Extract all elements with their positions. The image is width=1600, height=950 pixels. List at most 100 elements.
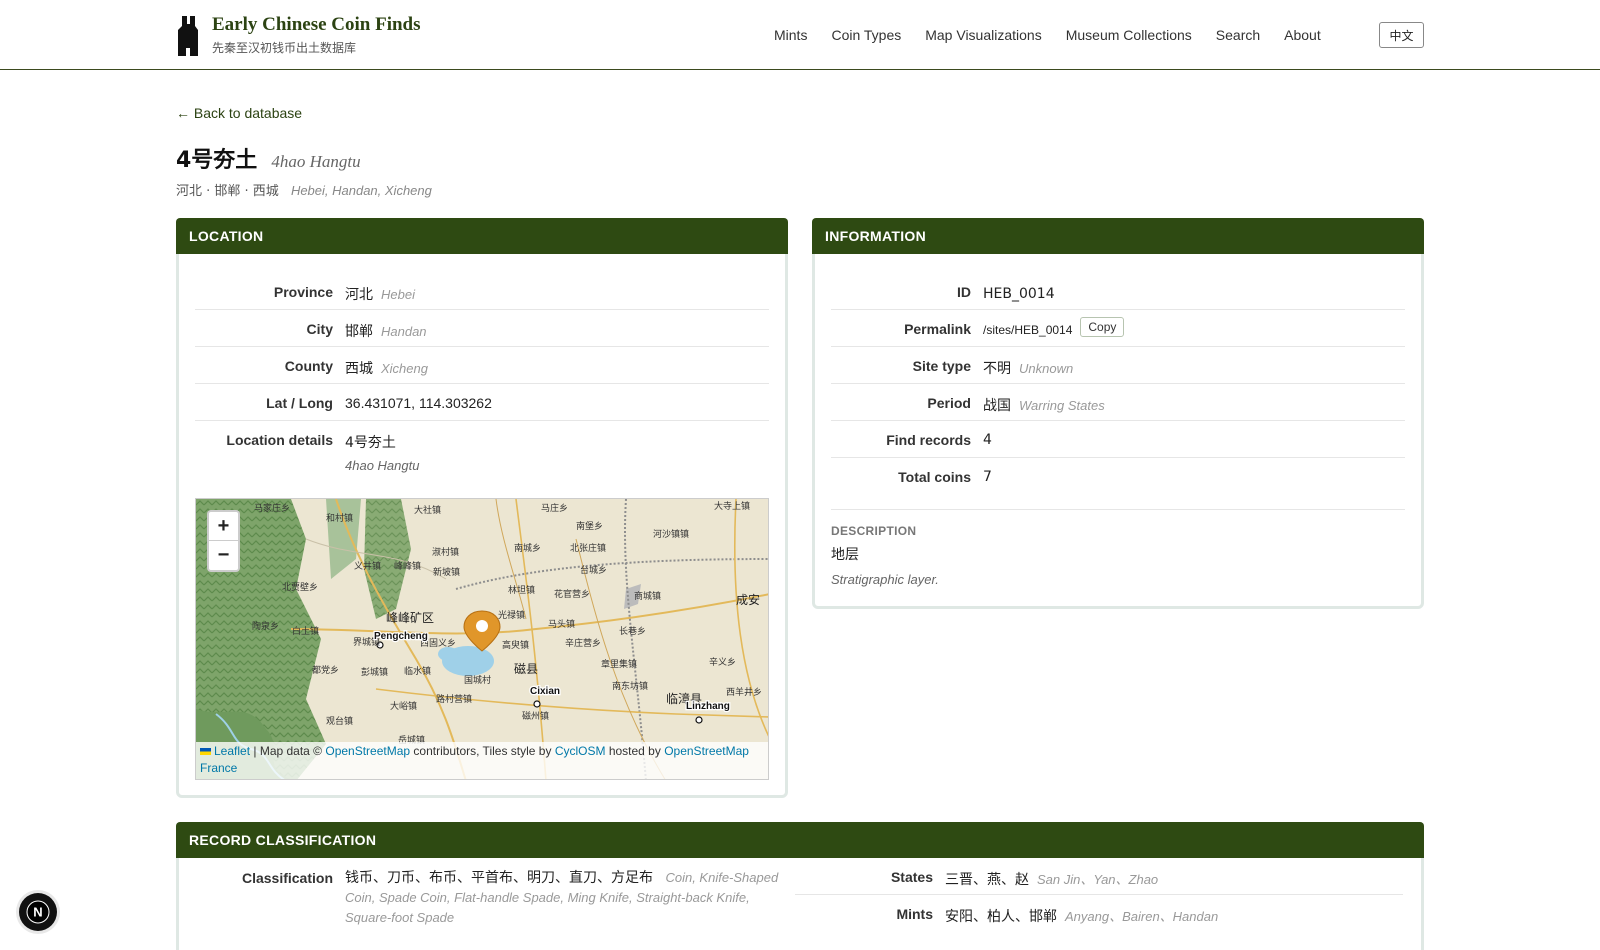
map-place-label: 彭城镇 [361,666,388,678]
copy-permalink-button[interactable]: Copy [1080,317,1125,337]
province-zh: 河北 [345,287,373,303]
nav-search[interactable]: Search [1216,26,1260,44]
map-place-label: 临水镇 [404,665,431,677]
period-label: Period [927,395,971,411]
latlong-row: Lat / Long 36.431071, 114.303262 [195,384,769,421]
province-row: Province 河北 Hebei [195,273,769,310]
language-toggle-button[interactable]: 中文 [1379,22,1424,48]
map-place-label: 辛义乡 [709,656,736,668]
map-tiles[interactable]: 马家庄乡和村镇 大社镇 马庄乡南堡乡河沙镇镇 大寺上镇义井镇 峰峰镇淑村镇 南城乡 北张庄镇… [196,499,769,780]
province-en: Hebei [381,287,415,302]
total-coins-value: 7 [983,469,992,485]
location-details-row: Location details 4号夯土 4hao Hangtu [195,421,769,491]
map-place-label: 辛庄营乡 [565,637,601,649]
zoom-in-button[interactable]: + [209,512,238,541]
city-row: City 邯郸 Handan [195,310,769,347]
description-en: Stratigraphic layer. [831,572,939,587]
permalink-path: /sites/HEB_0014 [983,323,1073,337]
map-place-label: 马庄乡 [541,502,568,514]
description-zh: 地层 [831,547,859,563]
county-en: Xicheng [381,361,428,376]
nextjs-devtools-button[interactable]: N [19,893,57,931]
site-type-value: 不明 Unknown [971,347,1073,378]
map-place-label: 峰峰矿区 [386,611,434,625]
attrib-text-2: contributors, Tiles style by [410,744,555,758]
mints-zh: 安阳、柏人、邯郸 [945,909,1057,925]
map-place-label: 大峪镇 [390,700,417,712]
record-classification-panel: RECORD CLASSIFICATION Classification 钱币、… [176,822,1424,950]
permalink-row: Permalink /sites/HEB_0014 Copy [831,310,1405,347]
county-row: County 西城 Xicheng [195,347,769,384]
map-attribution: Leaflet | Map data © OpenStreetMap contr… [196,742,768,779]
map-place-label: 台城乡 [580,564,607,576]
nav-map-visualizations[interactable]: Map Visualizations [925,26,1041,44]
county-label: County [284,358,333,374]
description-block: DESCRIPTION 地层 Stratigraphic layer. [831,510,1405,587]
nav-mints[interactable]: Mints [774,26,807,44]
map-place-label: 磁州镇 [522,710,549,722]
map-place-label: 都党乡 [312,664,339,676]
map-place-label: 林坦镇 [508,584,535,596]
svg-text:N: N [33,905,42,920]
site-map[interactable]: 马家庄乡 和村镇 大社镇 马庄乡 南堡乡 河沙镇镇 大寺上镇 义井镇 峰峰镇 淑村镇 南城乡 北张庄镇… [195,498,769,780]
location-path-zh: 河北 · 邯郸 · 西城 [176,184,279,199]
mints-en: Anyang、Bairen、Handan [1065,909,1219,924]
map-place-label: 南城乡 [514,542,541,554]
map-place-label: Cixian [530,686,560,697]
permalink-value: /sites/HEB_0014 Copy [971,310,1125,340]
information-panel: INFORMATION ID HEB_0014 Permalink /sites… [812,218,1424,609]
city-value: 邯郸 Handan [333,310,427,341]
n-logo-icon: N [26,900,50,924]
location-panel: LOCATION Province 河北 Hebei City 邯郸 Handan … [176,218,788,798]
states-label: States [890,869,933,885]
attrib-text-1: | Map data © [250,744,326,758]
map-place-label: 北张庄镇 [570,542,606,554]
period-row: Period 战国 Warring States [831,384,1405,421]
brand[interactable]: Early Chinese Coin Finds 先秦至汉初钱币出土数据库 [176,14,421,56]
page-title-zh: 4号夯土 [176,148,258,173]
attrib-text-3: hosted by [605,744,665,758]
map-place-label: 西羊井乡 [726,686,762,698]
nav-coin-types[interactable]: Coin Types [831,26,901,44]
breadcrumb-location: 河北 · 邯郸 · 西城 Hebei, Handan, Xicheng [176,180,432,199]
map-place-label: 义井镇 [354,560,381,572]
map-place-label: 大寺上镇 [714,500,750,512]
site-type-zh: 不明 [983,361,1011,377]
map-place-label: 南堡乡 [576,520,603,532]
total-coins-row: Total coins 7 [831,458,1405,510]
site-header: Early Chinese Coin Finds 先秦至汉初钱币出土数据库 Mi… [0,0,1600,70]
information-heading: INFORMATION [812,218,1424,254]
location-details-zh: 4号夯土 [345,435,396,451]
map-place-label: 光禄镇 [498,609,525,621]
province-value: 河北 Hebei [333,273,415,304]
total-coins-label: Total coins [898,469,971,485]
period-zh: 战国 [983,398,1011,414]
location-details-label: Location details [226,432,333,448]
map-place-label: 北贾壁乡 [282,581,318,593]
states-zh: 三晋、燕、赵 [945,872,1029,888]
nav-museum-collections[interactable]: Museum Collections [1066,26,1192,44]
leaflet-link[interactable]: Leaflet [214,744,250,758]
id-label: ID [957,284,971,300]
mints-value: 安阳、柏人、邯郸 Anyang、Bairen、Handan [933,895,1218,926]
map-place-label: 商城镇 [634,590,661,602]
classification-left: Classification 钱币、刀币、布币、平首布、明刀、直刀、方足布 Co… [195,858,795,932]
find-records-row: Find records 4 [831,421,1405,458]
map-place-label: 南东坊镇 [612,680,648,692]
map-place-label: 和村镇 [326,512,353,524]
osm-link[interactable]: OpenStreetMap [325,744,410,758]
brand-title: Early Chinese Coin Finds [212,14,421,35]
mints-row: Mints 安阳、柏人、邯郸 Anyang、Bairen、Handan [795,895,1403,932]
states-en: San Jin、Yan、Zhao [1037,872,1159,887]
classification-label: Classification [241,870,333,886]
nav-about[interactable]: About [1284,26,1321,44]
map-place-label: 淑村镇 [432,546,459,558]
find-records-label: Find records [886,432,971,448]
map-place-label: 大社镇 [414,504,441,516]
id-value: HEB_0014 [983,286,1055,302]
map-place-label: 马家庄乡 [254,502,290,514]
zoom-out-button[interactable]: − [209,541,238,570]
cyclosm-link[interactable]: CyclOSM [555,744,606,758]
back-to-database-link[interactable]: ← Back to database [176,105,302,121]
county-value: 西城 Xicheng [333,347,428,378]
